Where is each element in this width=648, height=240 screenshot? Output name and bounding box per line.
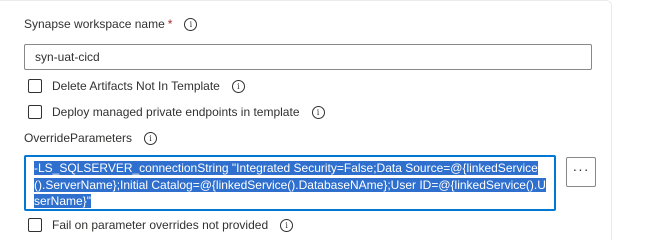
deploy-private-endpoints-label: Deploy managed private endpoints in temp… <box>52 105 300 119</box>
info-icon[interactable]: i <box>280 218 294 232</box>
task-settings-panel: Synapse workspace name * i syn-uat-cicd … <box>0 0 612 240</box>
deploy-private-endpoints-checkbox-row[interactable]: Deploy managed private endpoints in temp… <box>28 105 325 119</box>
info-icon[interactable]: i <box>231 79 245 93</box>
workspace-name-input[interactable]: syn-uat-cicd <box>24 44 592 70</box>
info-icon[interactable]: i <box>311 105 325 119</box>
override-parameters-label: OverrideParameters i <box>24 131 158 145</box>
deploy-private-endpoints-checkbox[interactable] <box>28 105 42 119</box>
fail-on-overrides-label: Fail on parameter overrides not provided <box>52 218 269 232</box>
workspace-name-label: Synapse workspace name * i <box>24 17 198 31</box>
override-parameters-textarea[interactable]: -LS_SQLSERVER_connectionString "Integrat… <box>24 155 556 211</box>
info-icon[interactable]: i <box>184 17 198 31</box>
delete-artifacts-checkbox-row[interactable]: Delete Artifacts Not In Template i <box>28 79 245 93</box>
fail-on-overrides-checkbox-row[interactable]: Fail on parameter overrides not provided… <box>28 218 294 232</box>
workspace-name-label-text: Synapse workspace name <box>24 17 165 31</box>
fail-on-overrides-checkbox[interactable] <box>28 218 42 232</box>
delete-artifacts-label: Delete Artifacts Not In Template <box>52 79 220 93</box>
override-parameters-value: -LS_SQLSERVER_connectionString "Integrat… <box>34 161 546 208</box>
info-icon[interactable]: i <box>144 131 158 145</box>
ellipsis-icon[interactable]: ··· <box>566 157 596 187</box>
required-asterisk: * <box>167 17 173 31</box>
override-parameters-label-text: OverrideParameters <box>24 131 133 145</box>
delete-artifacts-checkbox[interactable] <box>28 79 42 93</box>
